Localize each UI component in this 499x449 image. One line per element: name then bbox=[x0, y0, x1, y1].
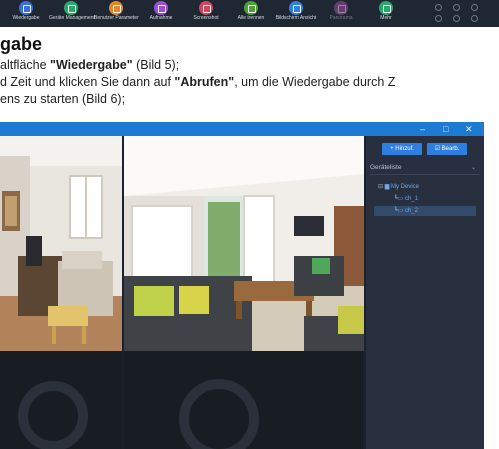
panorama-icon bbox=[334, 1, 348, 15]
main-toolbar: Wiedergabe Geräte Management Benutzer Pa… bbox=[0, 0, 499, 27]
text-fragment: d Zeit und klicken Sie dann auf bbox=[0, 75, 175, 89]
bold-term: "Abrufen" bbox=[174, 75, 235, 89]
camera-icon: ┗▭ bbox=[394, 196, 404, 202]
record-icon bbox=[154, 1, 168, 15]
toolbar-label: Wiedergabe bbox=[12, 15, 40, 21]
toolbar-screen-view-button[interactable]: Bildschirm Ansicht bbox=[274, 0, 318, 27]
lock-icon[interactable] bbox=[453, 4, 460, 11]
tree-item-label: ch_1 bbox=[404, 196, 418, 202]
text-fragment: altfläche bbox=[0, 58, 51, 72]
info-icon[interactable] bbox=[435, 15, 442, 22]
expand-icon[interactable]: ⊟ bbox=[378, 184, 383, 190]
chevron-down-icon[interactable]: ⌄ bbox=[471, 161, 476, 175]
screenshot-icon bbox=[199, 1, 213, 15]
tree-item-my-device[interactable]: ⊟ ▆ My Device bbox=[378, 182, 419, 192]
help-icon[interactable] bbox=[471, 15, 478, 22]
bold-term: "Wiedergabe" bbox=[50, 58, 133, 72]
app-window-screenshot: – □ ✕ + Hinzuf. ☑ Bearb. Geräteliste ⌄ ⊟… bbox=[0, 122, 484, 449]
app-title-bar: – □ ✕ bbox=[0, 122, 484, 136]
text-fragment: , um die Wiedergabe durch Z bbox=[234, 75, 396, 89]
empty-pane-left[interactable] bbox=[0, 351, 122, 449]
close-icon[interactable]: ✕ bbox=[465, 123, 473, 135]
toolbar-label: Mehr bbox=[380, 15, 392, 21]
text-fragment: (Bild 5); bbox=[132, 58, 180, 72]
toolbar-label: Screenshot bbox=[193, 15, 219, 21]
edit-device-button[interactable]: ☑ Bearb. bbox=[427, 143, 467, 155]
add-device-button[interactable]: + Hinzuf. bbox=[382, 143, 422, 155]
toolbar-label: Geräte Management bbox=[49, 15, 95, 21]
toolbar-disconnect-all-button[interactable]: Alle trennen bbox=[229, 0, 273, 27]
maximize-icon[interactable]: □ bbox=[443, 123, 448, 135]
instruction-line-2: d Zeit und klicken Sie dann auf "Abrufen… bbox=[0, 75, 395, 89]
camera-view-ch2[interactable] bbox=[124, 136, 364, 351]
device-panel: + Hinzuf. ☑ Bearb. Geräteliste ⌄ ⊟ ▆ My … bbox=[366, 136, 484, 449]
disconnect-icon bbox=[244, 1, 258, 15]
instruction-line-1: altfläche "Wiedergabe" (Bild 5); bbox=[0, 58, 179, 72]
toolbar-record-button[interactable]: Aufnahme bbox=[139, 0, 183, 27]
tree-item-label: My Device bbox=[391, 184, 420, 190]
empty-pane-right[interactable] bbox=[124, 351, 364, 449]
user-parameter-icon bbox=[109, 1, 123, 15]
tree-item-ch1[interactable]: ┗▭ ch_1 bbox=[394, 194, 474, 204]
camera-view-ch1[interactable] bbox=[0, 136, 122, 351]
toolbar-label: Panorama bbox=[329, 15, 353, 21]
camera-logo-icon bbox=[18, 381, 88, 449]
device-management-icon bbox=[64, 1, 78, 15]
fullscreen-icon[interactable] bbox=[471, 4, 478, 11]
tree-item-label: ch_2 bbox=[404, 208, 418, 214]
folder-icon: ▆ bbox=[384, 184, 390, 190]
toolbar-label: Benutzer Parameter bbox=[94, 15, 139, 21]
toolbar-user-parameter-button[interactable]: Benutzer Parameter bbox=[94, 0, 139, 27]
screen-view-icon bbox=[289, 1, 303, 15]
toolbar-label: Alle trennen bbox=[237, 15, 265, 21]
toolbar-system-icons bbox=[429, 3, 489, 25]
section-heading: gabe bbox=[0, 34, 43, 54]
device-list-title: Geräteliste bbox=[370, 164, 402, 171]
toolbar-more-button[interactable]: Mehr bbox=[364, 0, 408, 27]
instruction-line-3: ens zu starten (Bild 6); bbox=[0, 92, 126, 106]
toolbar-device-management-button[interactable]: Geräte Management bbox=[49, 0, 95, 27]
more-icon bbox=[379, 1, 393, 15]
tree-item-ch2[interactable]: ┗▭ ch_2 bbox=[374, 206, 476, 216]
playback-icon bbox=[19, 1, 33, 15]
device-list-header[interactable]: Geräteliste ⌄ bbox=[370, 161, 480, 175]
toolbar-label: Bildschirm Ansicht bbox=[275, 15, 317, 21]
power-icon[interactable] bbox=[453, 15, 460, 22]
toolbar-panorama-button[interactable]: Panorama bbox=[319, 0, 363, 27]
toolbar-screenshot-button[interactable]: Screenshot bbox=[184, 0, 228, 27]
minimize-icon[interactable]: – bbox=[420, 123, 425, 135]
camera-logo-icon bbox=[179, 379, 259, 449]
camera-icon: ┗▭ bbox=[394, 208, 404, 214]
settings-icon[interactable] bbox=[435, 4, 442, 11]
toolbar-label: Aufnahme bbox=[149, 15, 173, 21]
toolbar-playback-button[interactable]: Wiedergabe bbox=[4, 0, 48, 27]
